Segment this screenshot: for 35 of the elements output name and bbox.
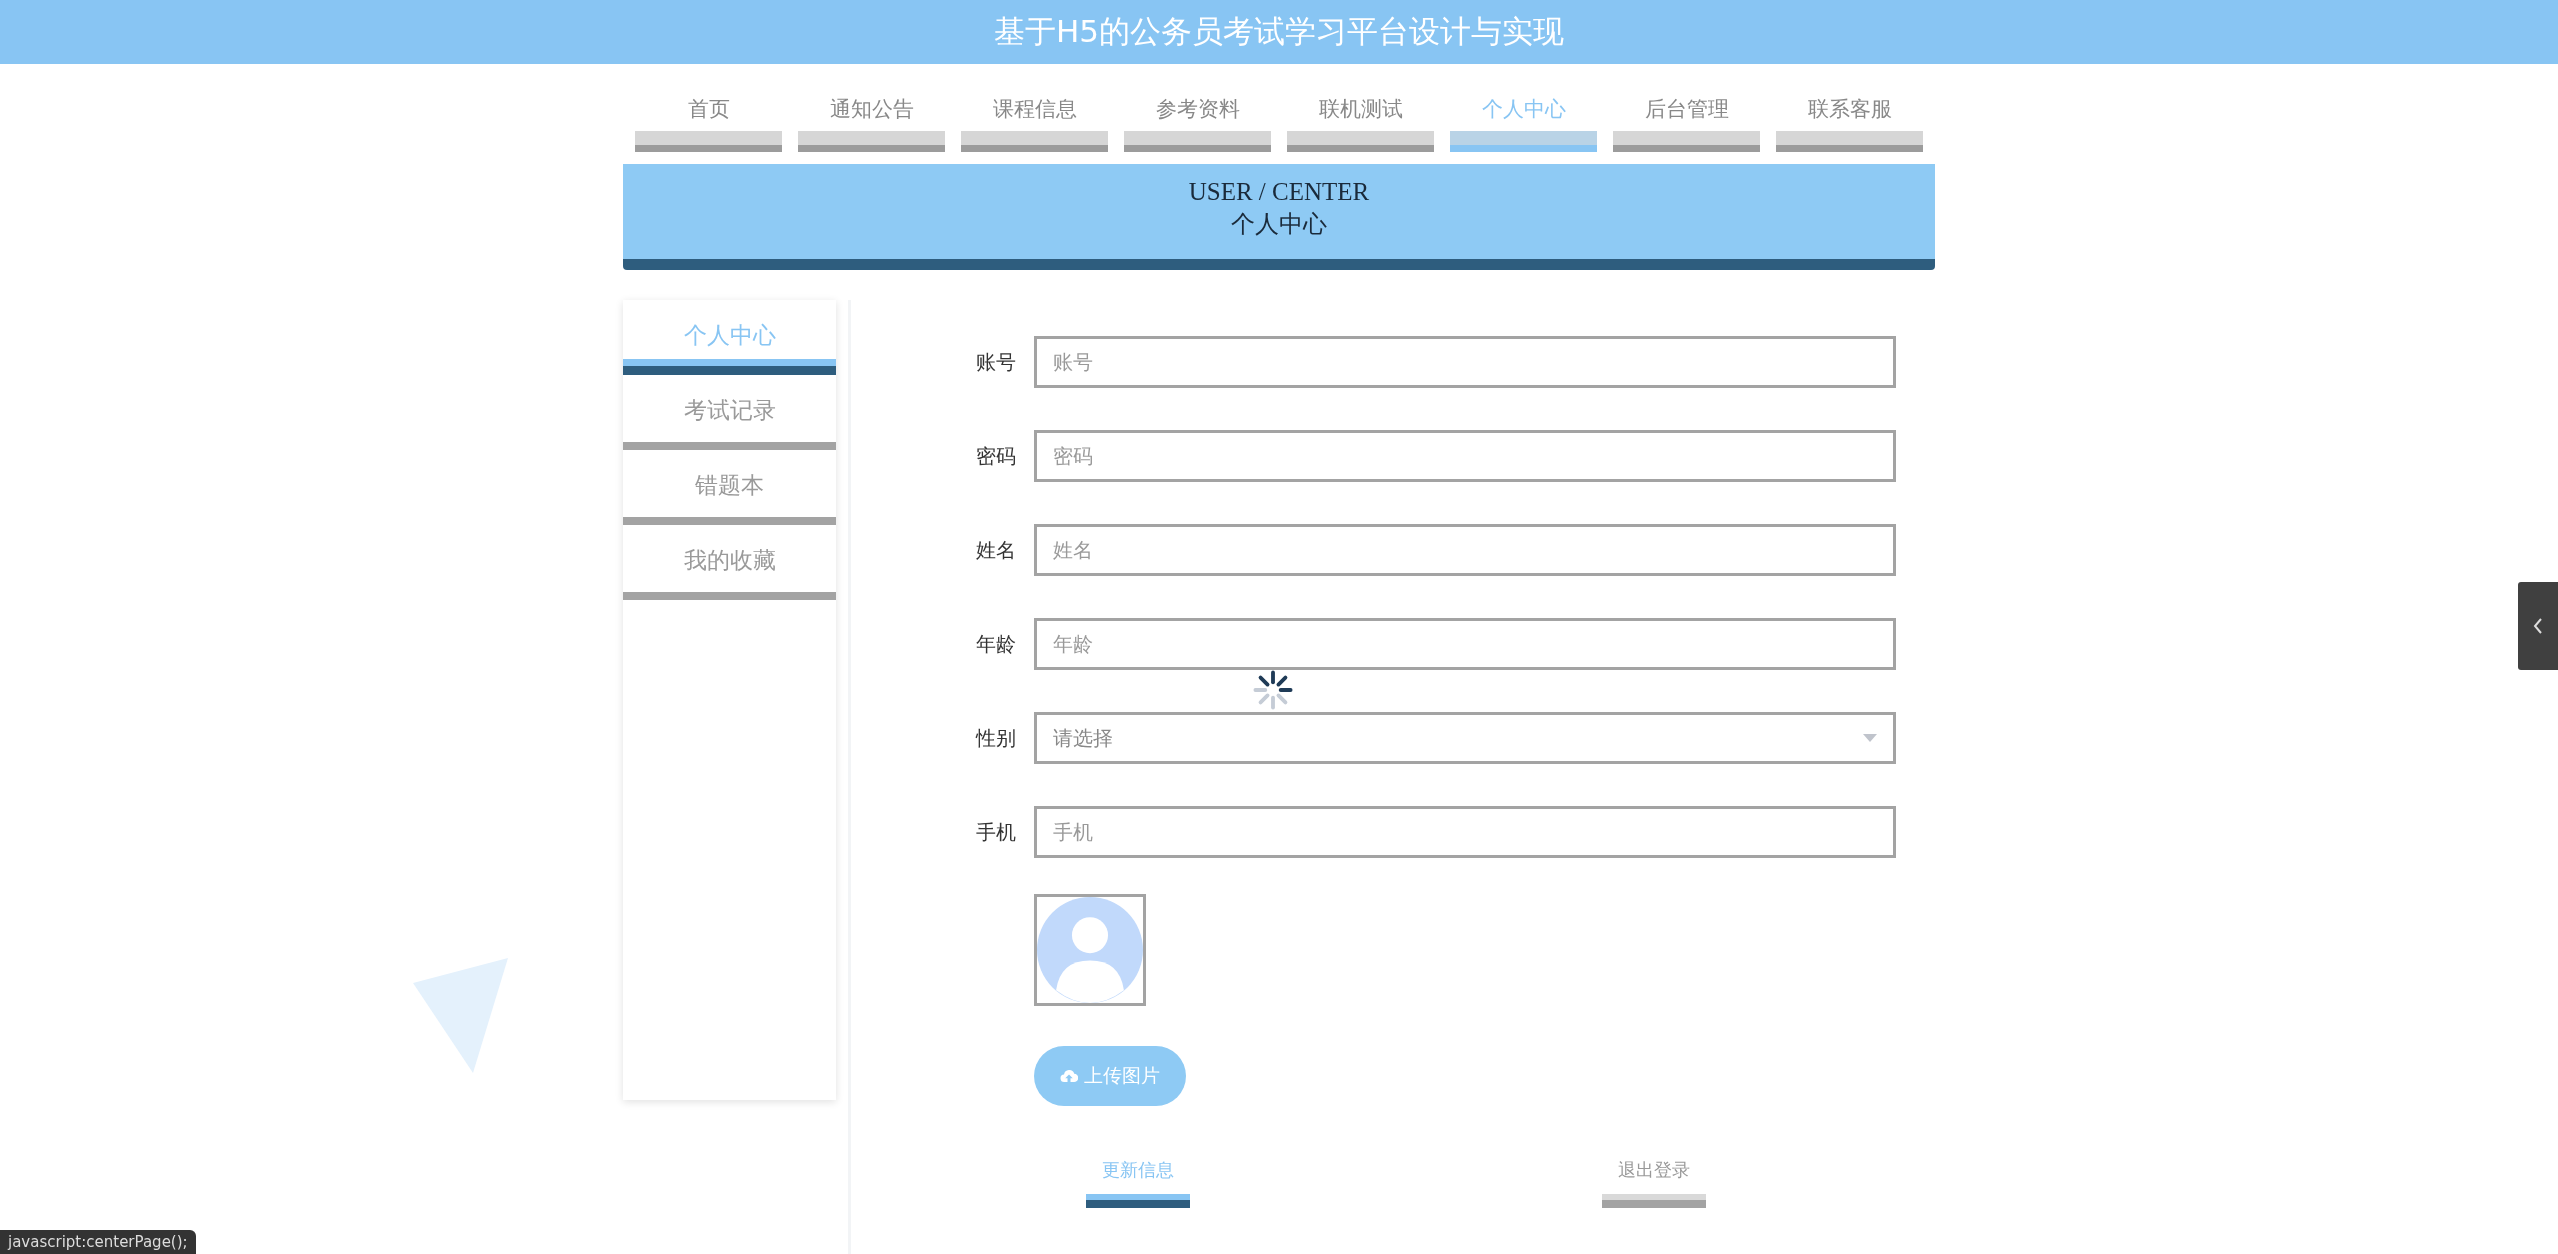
banner-subtitle: USER / CENTER [1188,176,1370,207]
logout-link[interactable]: 退出登录 [1602,1158,1706,1208]
sidebar-item[interactable]: 考试记录 [623,375,836,450]
field-label: 账号 [975,348,1017,376]
loading-spinner-icon [1251,668,1295,712]
sidebar-item[interactable]: 错题本 [623,450,836,525]
input-field[interactable]: 密码 [1034,430,1896,482]
nav-tab[interactable]: 联系客服 [1776,92,1923,152]
field-label: 年龄 [975,630,1017,658]
update-link[interactable]: 更新信息 [1086,1158,1190,1208]
field-label: 手机 [975,818,1017,846]
sidebar-item[interactable]: 个人中心 [623,300,836,375]
nav-tab[interactable]: 个人中心 [1450,92,1597,152]
input-field[interactable]: 手机 [1034,806,1896,858]
nav-tab[interactable]: 参考资料 [1124,92,1271,152]
nav-tab[interactable]: 课程信息 [961,92,1108,152]
sidebar-item[interactable]: 我的收藏 [623,525,836,600]
status-url-tooltip: javascript:centerPage(); [0,1230,196,1254]
input-field[interactable]: 姓名 [1034,524,1896,576]
input-field[interactable]: 账号 [1034,336,1896,388]
site-title: 基于H5的公务员考试学习平台设计与实现 [993,12,1564,51]
caret-icon [1863,734,1877,742]
field-label: 姓名 [975,536,1017,564]
side-toggle-button[interactable] [2518,582,2558,670]
nav-tab[interactable]: 联机测试 [1287,92,1434,152]
input-field[interactable]: 年龄 [1034,618,1896,670]
field-label: 密码 [975,442,1017,470]
nav-tab[interactable]: 通知公告 [798,92,945,152]
gender-select[interactable]: 请选择 [1034,712,1896,764]
nav-tab[interactable]: 首页 [635,92,782,152]
cloud-upload-icon [1060,1069,1078,1083]
nav-tab[interactable]: 后台管理 [1613,92,1760,152]
chevron-left-icon [2533,617,2543,635]
banner-title: 个人中心 [1231,208,1327,240]
field-label: 性别 [974,724,1017,752]
